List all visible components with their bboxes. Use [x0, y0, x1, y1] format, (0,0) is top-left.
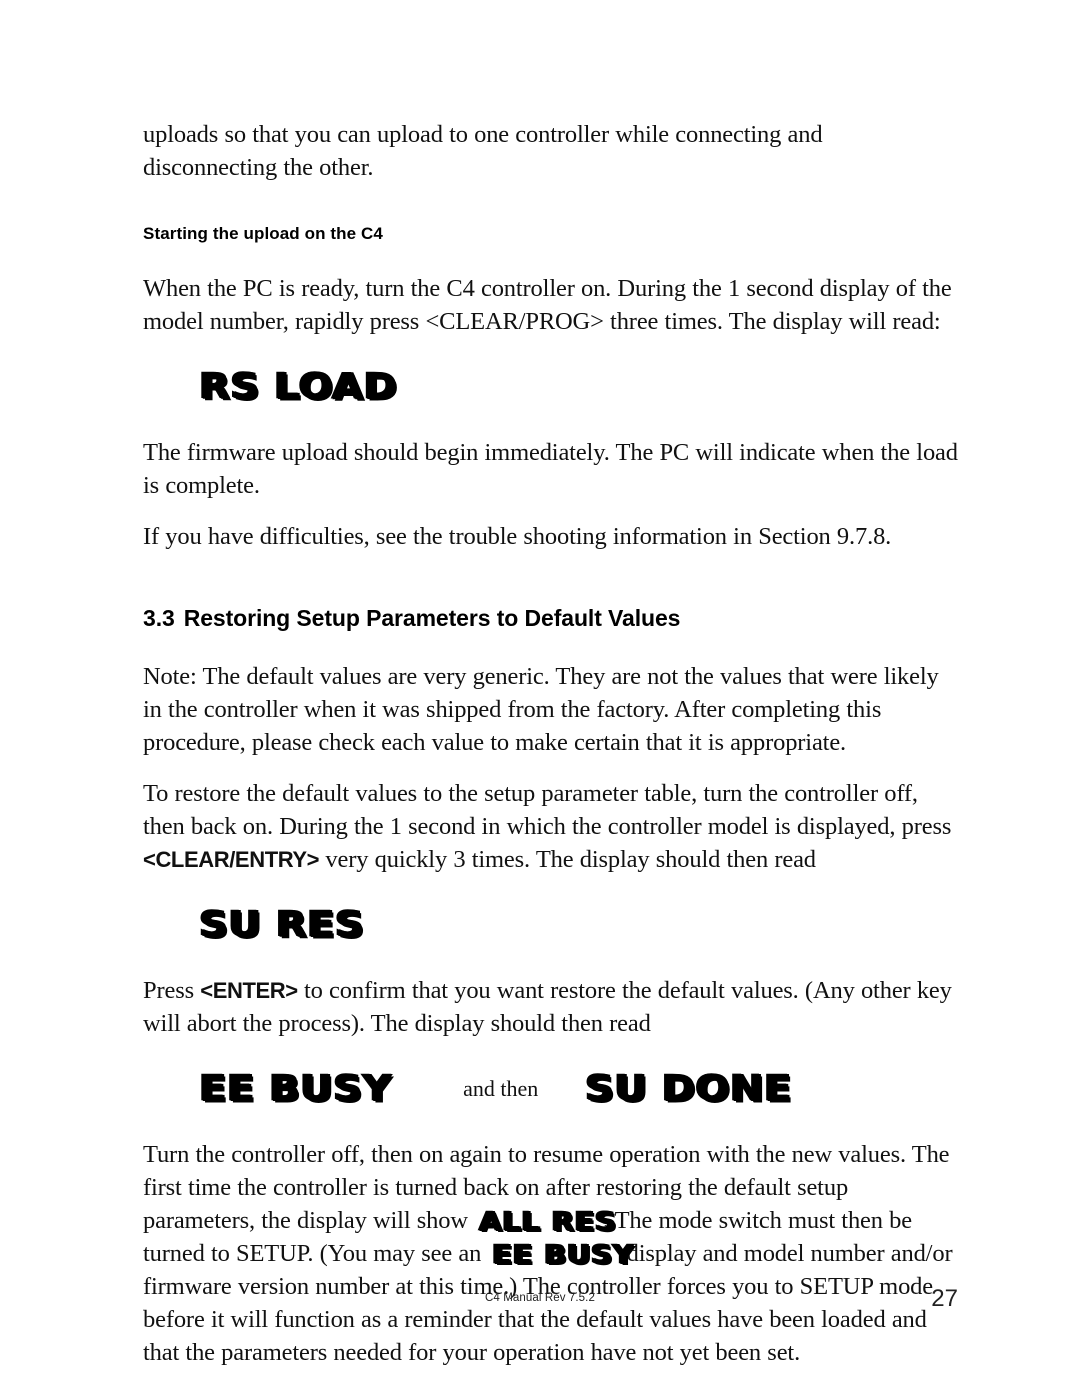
display-su-res: SU RES	[198, 904, 364, 946]
display-rs-load: RS LOAD	[198, 366, 397, 408]
subheading-starting-upload: Starting the upload on the C4	[143, 224, 383, 243]
intro-paragraph: uploads so that you can upload to one co…	[143, 121, 823, 181]
paragraph-restore-procedure: To restore the default values to the set…	[143, 777, 961, 876]
paragraph-default-values-note: Note: The default values are very generi…	[143, 663, 939, 756]
restore-procedure-text-pre: To restore the default values to the set…	[143, 780, 952, 840]
restore-procedure-text-post: very quickly 3 times. The display should…	[319, 846, 816, 873]
paragraph-troubleshooting: If you have difficulties, see the troubl…	[143, 523, 892, 550]
display-ee-busy-inline: EE BUSY	[491, 1240, 634, 1270]
display-all-res: ALL RES	[478, 1207, 616, 1237]
display-su-done: SU DONE	[584, 1068, 792, 1110]
key-enter: <ENTER>	[200, 978, 298, 1003]
paragraph-firmware-upload: The firmware upload should begin immedia…	[143, 439, 958, 499]
key-clear-entry: <CLEAR/ENTRY>	[143, 847, 320, 872]
paragraph-upload-instructions: When the PC is ready, turn the C4 contro…	[143, 275, 952, 335]
and-then-label: and then	[463, 1076, 539, 1101]
display-ee-busy: EE BUSY	[198, 1068, 391, 1110]
section-title: Restoring Setup Parameters to Default Va…	[183, 605, 681, 631]
section-number: 3.3	[143, 605, 175, 631]
section-heading: 3.3 Restoring Setup Parameters to Default…	[143, 605, 961, 632]
display-sequence-row: EE BUSY and then SU DONE	[198, 1068, 961, 1110]
paragraph-press-enter: Press <ENTER> to confirm that you want r…	[143, 974, 961, 1040]
footer-page-number: 27	[931, 1285, 958, 1312]
page-content: uploads so that you can upload to one co…	[143, 118, 961, 1369]
press-enter-text-pre: Press	[143, 977, 201, 1004]
document-page: uploads so that you can upload to one co…	[0, 0, 1080, 1397]
paragraph-resume-operation: Turn the controller off, then on again t…	[143, 1138, 961, 1369]
